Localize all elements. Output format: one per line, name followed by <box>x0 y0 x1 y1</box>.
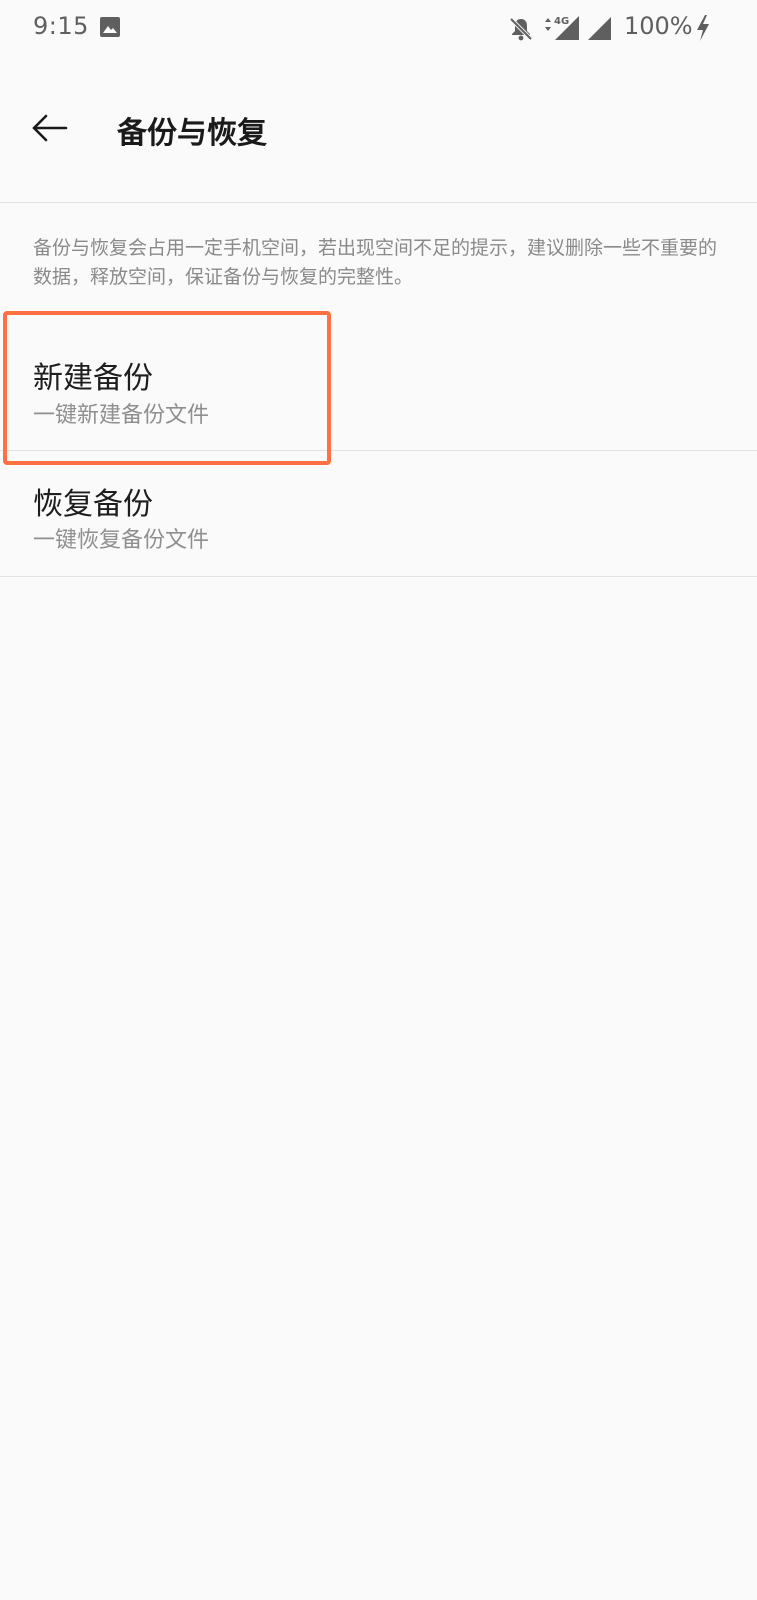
restore-backup-subtitle: 一键恢复备份文件 <box>33 528 210 553</box>
status-time: 9:15 <box>33 12 89 40</box>
restore-backup-title: 恢复备份 <box>33 487 153 522</box>
storage-notice-text: 备份与恢复会占用一定手机空间，若出现空间不足的提示，建议删除一些不重要的数据，释… <box>33 237 718 288</box>
back-button[interactable] <box>20 98 80 158</box>
network-type-label: 4G <box>554 16 569 27</box>
mobile-data-icon: 4G <box>545 16 579 40</box>
gallery-icon <box>100 17 120 37</box>
restore-backup-item[interactable]: 恢复备份 一键恢复备份文件 <box>0 451 757 576</box>
arrow-left-icon <box>32 114 68 142</box>
charging-bolt-icon <box>697 15 709 41</box>
page-title: 备份与恢复 <box>117 116 267 151</box>
new-backup-item[interactable]: 新建备份 一键新建备份文件 <box>0 325 757 450</box>
new-backup-title: 新建备份 <box>33 361 153 396</box>
status-bar: 9:15 4G 100% <box>0 0 757 58</box>
app-header: 备份与恢复 <box>0 58 757 202</box>
item-divider <box>0 576 757 577</box>
signal-icon <box>588 17 611 40</box>
new-backup-subtitle: 一键新建备份文件 <box>33 403 210 428</box>
notifications-muted-icon <box>509 17 533 41</box>
header-divider <box>0 202 757 203</box>
battery-percentage: 100% <box>624 12 693 40</box>
